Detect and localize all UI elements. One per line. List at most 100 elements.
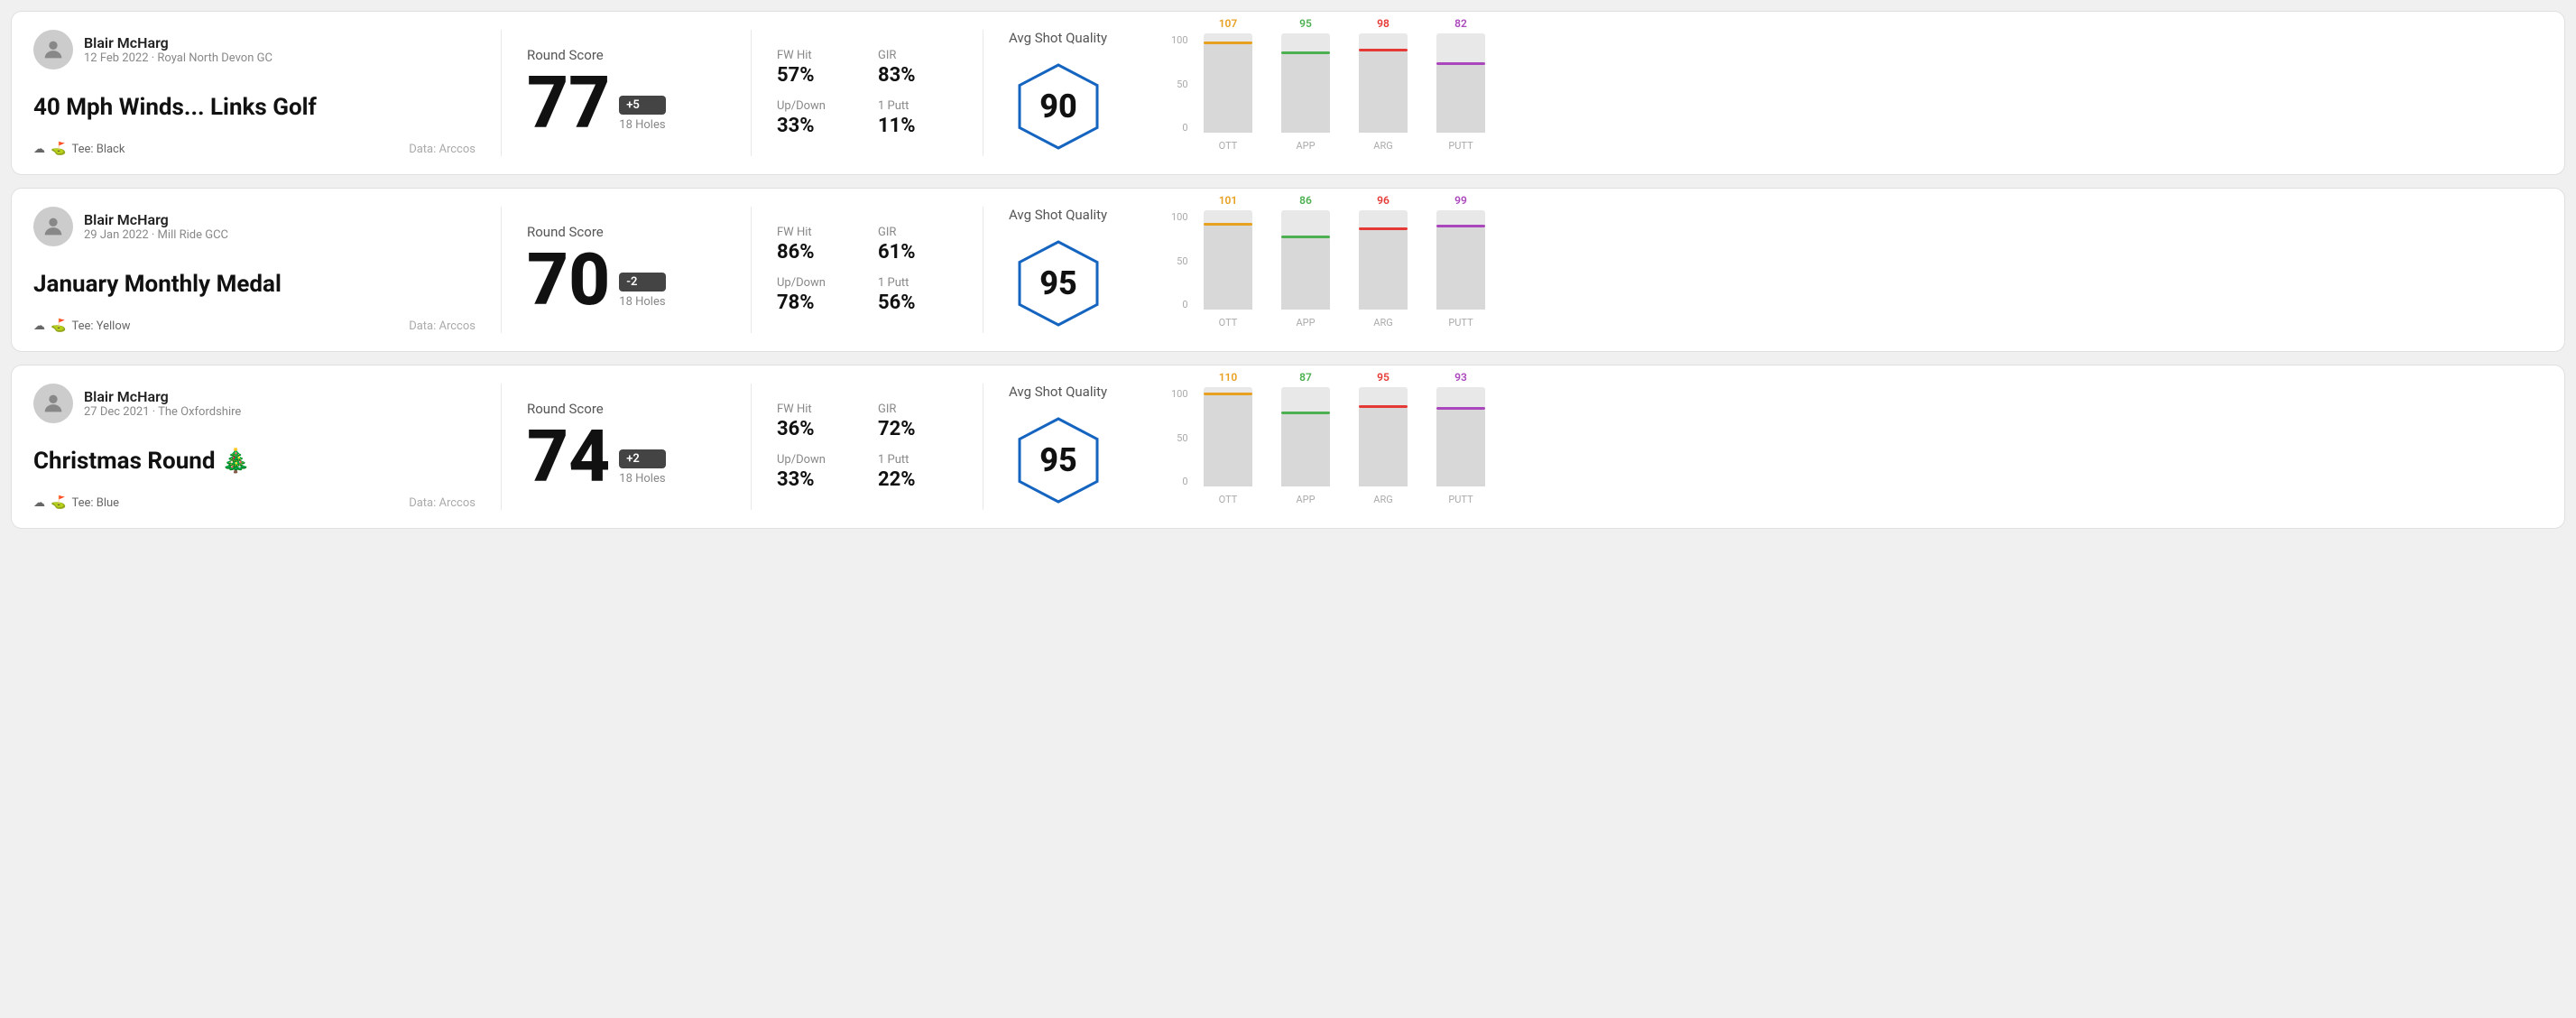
stat-gir: GIR 72% <box>878 403 957 440</box>
avatar <box>33 207 73 246</box>
round-title: January Monthly Medal <box>33 271 475 298</box>
bar-group-putt: 99PUTT <box>1436 210 1485 329</box>
tee-info: ☁ ⛳ Tee: Black <box>33 142 125 156</box>
user-name: Blair McHarg <box>84 388 241 405</box>
stat-value-one-putt: 22% <box>878 468 957 491</box>
score-badge: +2 <box>619 449 665 468</box>
hexagon-container: 95 <box>1009 411 1108 510</box>
stat-label-one-putt: 1 Putt <box>878 453 957 467</box>
tee-icon: ⛳ <box>51 142 66 156</box>
stat-fw-hit: FW Hit 36% <box>777 403 856 440</box>
bar-group-putt: 82PUTT <box>1436 33 1485 152</box>
stat-value-updown: 78% <box>777 292 856 314</box>
user-date: 29 Jan 2022 · Mill Ride GCC <box>84 228 228 242</box>
user-name: Blair McHarg <box>84 34 272 51</box>
avatar <box>33 30 73 69</box>
bar-group-ott: 107OTT <box>1204 33 1252 152</box>
user-name: Blair McHarg <box>84 211 228 228</box>
stat-fw-hit: FW Hit 86% <box>777 226 856 264</box>
stat-value-gir: 61% <box>878 241 957 264</box>
quality-section: Avg Shot Quality 95 <box>1009 207 1153 333</box>
bar-chart-section: 100500110OTT87APP95ARG93PUTT <box>1153 384 2543 510</box>
stat-value-gir: 72% <box>878 418 957 440</box>
user-date: 27 Dec 2021 · The Oxfordshire <box>84 405 241 419</box>
stat-label-fw-hit: FW Hit <box>777 49 856 62</box>
score-section: Round Score70-218 Holes <box>527 207 725 333</box>
score-number: 74 <box>527 421 610 493</box>
stat-label-gir: GIR <box>878 226 957 239</box>
stat-label-one-putt: 1 Putt <box>878 99 957 113</box>
bar-chart-section: 100500101OTT86APP96ARG99PUTT <box>1153 207 2543 333</box>
avatar <box>33 384 73 423</box>
stat-value-one-putt: 11% <box>878 115 957 137</box>
tee-icon: ⛳ <box>51 319 66 333</box>
stat-label-updown: Up/Down <box>777 453 856 467</box>
round-card-2: Blair McHarg29 Jan 2022 · Mill Ride GCC J… <box>11 188 2565 352</box>
round-left-section: Blair McHarg27 Dec 2021 · The Oxfordshir… <box>33 384 475 510</box>
round-left-section: Blair McHarg12 Feb 2022 · Royal North De… <box>33 30 475 156</box>
tee-label: Tee: Yellow <box>71 319 130 333</box>
user-date: 12 Feb 2022 · Royal North Devon GC <box>84 51 272 65</box>
score-number: 77 <box>527 67 610 139</box>
stat-label-one-putt: 1 Putt <box>878 276 957 290</box>
stat-one-putt: 1 Putt56% <box>878 276 957 314</box>
bar-group-arg: 96ARG <box>1359 210 1408 329</box>
stat-label-fw-hit: FW Hit <box>777 403 856 416</box>
holes-label: 18 Holes <box>619 118 665 132</box>
cloud-icon: ☁ <box>33 143 45 156</box>
stat-updown: Up/Down33% <box>777 453 856 491</box>
data-source: Data: Arccos <box>409 143 475 156</box>
cloud-icon: ☁ <box>33 496 45 510</box>
tee-icon: ⛳ <box>51 495 66 510</box>
stat-updown: Up/Down 78% <box>777 276 856 314</box>
hexagon-container: 95 <box>1009 234 1108 333</box>
score-number: 70 <box>527 244 610 316</box>
score-badge: +5 <box>619 96 665 115</box>
stat-label-gir: GIR <box>878 49 957 62</box>
stat-label-updown: Up/Down <box>777 276 856 290</box>
stat-value-gir: 83% <box>878 64 957 87</box>
bar-chart-section: 100500107OTT95APP98ARG82PUTT <box>1153 30 2543 156</box>
stat-label-fw-hit: FW Hit <box>777 226 856 239</box>
holes-label: 18 Holes <box>619 295 665 309</box>
cloud-icon: ☁ <box>33 319 45 333</box>
quality-section: Avg Shot Quality 95 <box>1009 384 1153 510</box>
quality-label: Avg Shot Quality <box>1009 207 1107 223</box>
score-section: Round Score77+518 Holes <box>527 30 725 156</box>
bar-group-app: 86APP <box>1281 210 1330 329</box>
round-left-section: Blair McHarg29 Jan 2022 · Mill Ride GCC J… <box>33 207 475 333</box>
stat-value-fw-hit: 86% <box>777 241 856 264</box>
stats-section: FW Hit 57% GIR 83% Up/Down 33% 1 Putt 11% <box>777 30 957 156</box>
bar-group-ott: 110OTT <box>1204 387 1252 505</box>
tee-label: Tee: Blue <box>71 496 119 510</box>
bar-group-arg: 95ARG <box>1359 387 1408 505</box>
hexagon-container: 90 <box>1009 57 1108 156</box>
stat-one-putt: 1 Putt 11% <box>878 99 957 137</box>
quality-section: Avg Shot Quality 90 <box>1009 30 1153 156</box>
score-section: Round Score74+218 Holes <box>527 384 725 510</box>
stat-gir: GIR 61% <box>878 226 957 264</box>
stat-value-fw-hit: 36% <box>777 418 856 440</box>
stat-label-gir: GIR <box>878 403 957 416</box>
score-badge: -2 <box>619 273 665 292</box>
bar-group-app: 95APP <box>1281 33 1330 152</box>
data-source: Data: Arccos <box>409 319 475 333</box>
round-title: 40 Mph Winds... Links Golf <box>33 94 475 121</box>
stat-fw-hit: FW Hit 57% <box>777 49 856 87</box>
stat-value-updown: 33% <box>777 468 856 491</box>
stat-label-updown: Up/Down <box>777 99 856 113</box>
tee-label: Tee: Black <box>71 143 125 156</box>
bar-group-arg: 98ARG <box>1359 33 1408 152</box>
stat-gir: GIR 83% <box>878 49 957 87</box>
stats-section: FW Hit 86% GIR 61% Up/Down 78% 1 Putt56% <box>777 207 957 333</box>
stat-one-putt: 1 Putt22% <box>878 453 957 491</box>
bar-group-app: 87APP <box>1281 387 1330 505</box>
quality-label: Avg Shot Quality <box>1009 384 1107 400</box>
quality-label: Avg Shot Quality <box>1009 30 1107 46</box>
stats-section: FW Hit 36% GIR 72% Up/Down33% 1 Putt22% <box>777 384 957 510</box>
tee-info: ☁ ⛳ Tee: Blue <box>33 495 119 510</box>
stat-value-updown: 33% <box>777 115 856 137</box>
stat-value-fw-hit: 57% <box>777 64 856 87</box>
bar-group-putt: 93PUTT <box>1436 387 1485 505</box>
bar-group-ott: 101OTT <box>1204 210 1252 329</box>
